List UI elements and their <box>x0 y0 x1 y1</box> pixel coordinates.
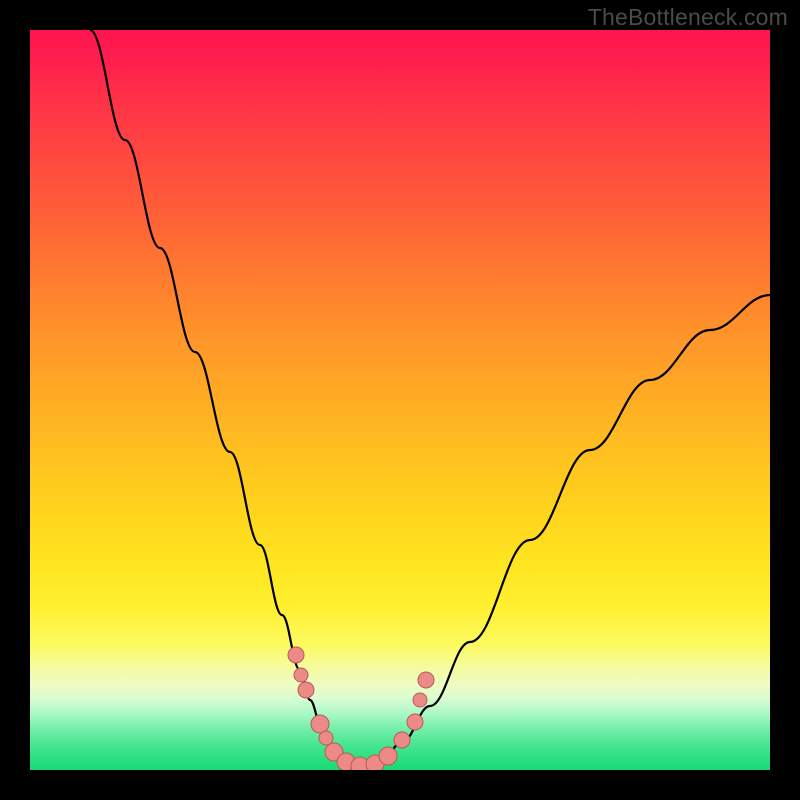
marker-dot <box>413 693 427 707</box>
marker-dot <box>418 672 434 688</box>
marker-dot <box>394 732 410 748</box>
marker-dot <box>407 714 423 730</box>
marker-dot <box>298 682 314 698</box>
plot-area <box>30 30 770 770</box>
marker-dot <box>294 668 308 682</box>
marker-dot <box>311 715 329 733</box>
left-curve <box>90 30 362 766</box>
marker-dot <box>288 647 304 663</box>
marker-dot <box>379 747 397 765</box>
data-markers <box>288 647 434 770</box>
chart-frame: TheBottleneck.com <box>0 0 800 800</box>
watermark-text: TheBottleneck.com <box>588 4 788 31</box>
marker-dot <box>319 731 333 745</box>
chart-svg <box>30 30 770 770</box>
